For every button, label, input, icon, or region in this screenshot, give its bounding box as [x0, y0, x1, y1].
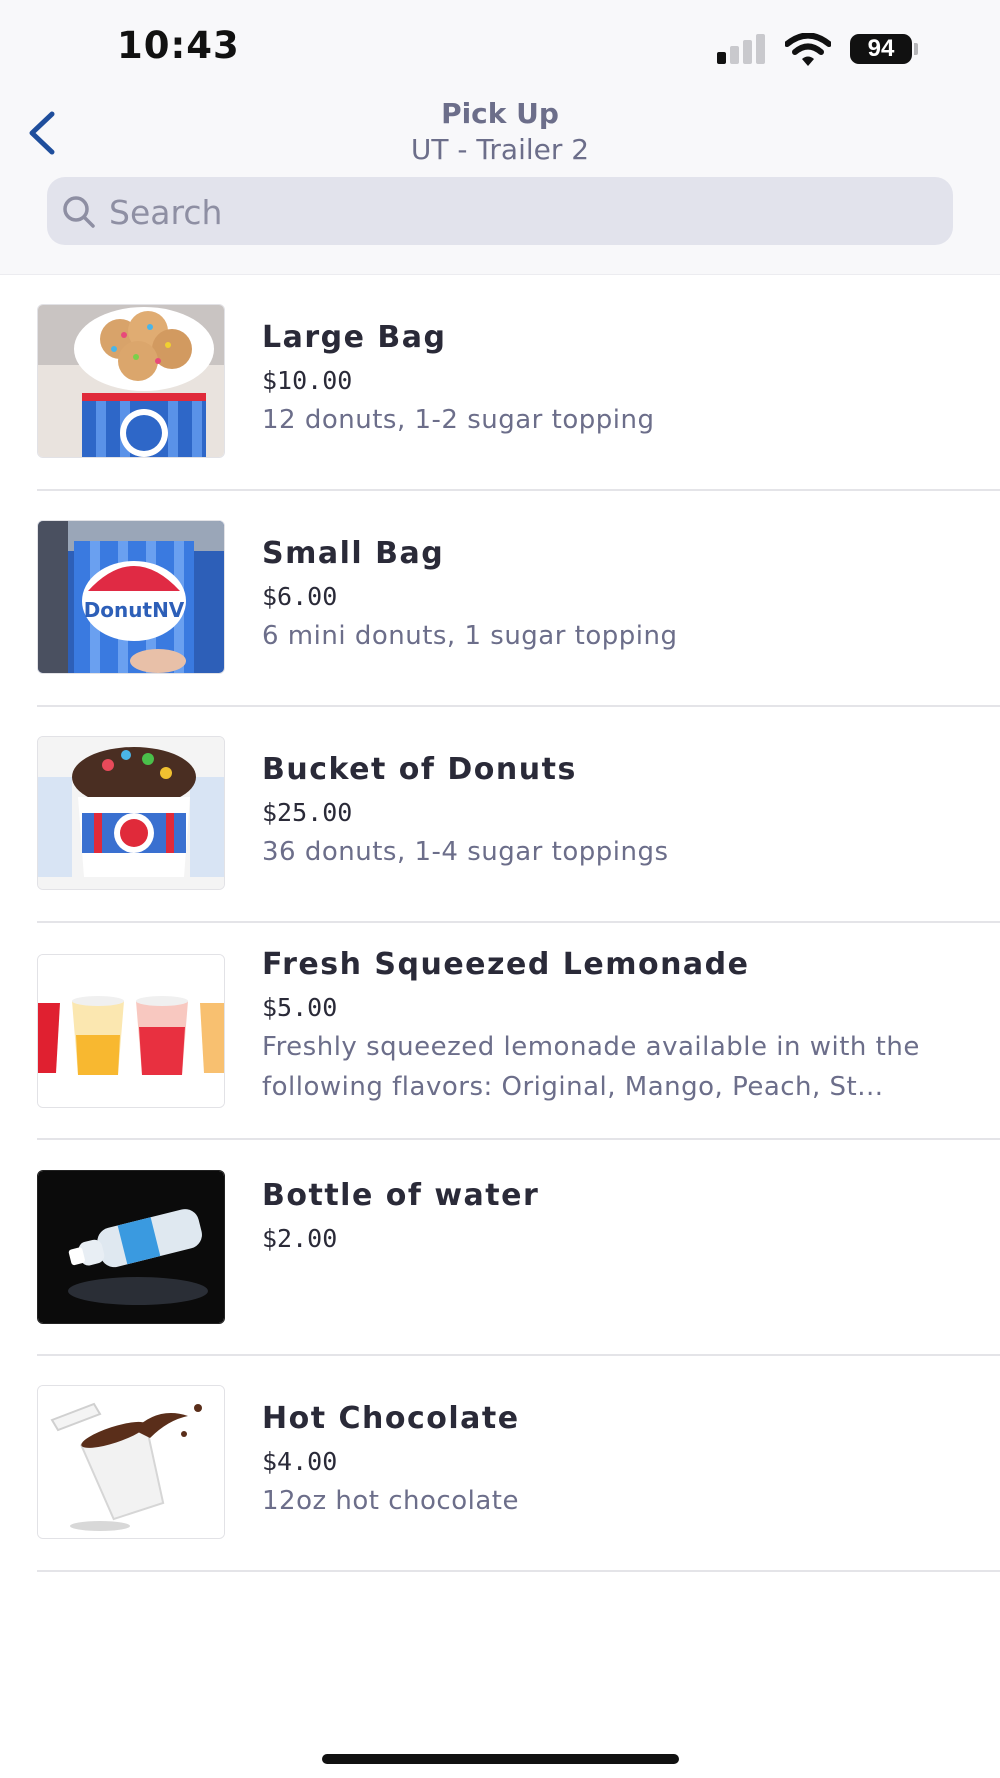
item-description: 12 donuts, 1-2 sugar topping: [262, 405, 655, 435]
pickup-menu-screen: 10:43 94 Pick Up UT - Trailer 2 Search L…: [0, 0, 1000, 1778]
list-divider: [37, 1570, 1000, 1572]
menu-item-fresh-squeezed-lemonade[interactable]: Fresh Squeezed Lemonade $5.00 Freshly sq…: [0, 923, 1000, 1139]
search-input[interactable]: [107, 177, 941, 247]
search-bar[interactable]: [47, 177, 953, 247]
item-description: 6 mini donuts, 1 sugar topping: [262, 621, 678, 651]
battery-cap: [914, 43, 918, 55]
item-price: $4.00: [262, 1447, 338, 1476]
home-indicator[interactable]: [322, 1754, 679, 1764]
hot-chocolate-image: [37, 1385, 225, 1539]
svg-text:DonutNV: DonutNV: [84, 598, 185, 622]
item-price: $25.00: [262, 798, 353, 827]
battery-level: 94: [867, 35, 895, 62]
bottle-of-water-image: [37, 1170, 225, 1324]
page-title: Pick Up: [441, 97, 559, 130]
item-price: $5.00: [262, 993, 338, 1022]
menu-item-small-bag[interactable]: DonutNV Small Bag $6.00 6 mini donuts, 1…: [0, 491, 1000, 706]
menu-item-bucket-of-donuts[interactable]: Bucket of Donuts $25.00 36 donuts, 1-4 s…: [0, 707, 1000, 922]
large-bag-image: [37, 304, 225, 458]
header-area: 10:43 94 Pick Up UT - Trailer 2: [0, 0, 1000, 275]
menu-item-large-bag[interactable]: Large Bag $10.00 12 donuts, 1-2 sugar to…: [0, 275, 1000, 490]
item-price: $6.00: [262, 582, 338, 611]
item-name: Fresh Squeezed Lemonade: [262, 947, 750, 982]
chevron-left-icon: [29, 111, 55, 155]
item-price: $10.00: [262, 366, 353, 395]
search-icon: [63, 196, 95, 228]
menu-item-hot-chocolate[interactable]: Hot Chocolate $4.00 12oz hot chocolate: [0, 1356, 1000, 1571]
lemonade-image: [37, 954, 225, 1108]
item-name: Hot Chocolate: [262, 1401, 520, 1436]
item-name: Bucket of Donuts: [262, 752, 577, 787]
bucket-of-donuts-image: [37, 736, 225, 890]
small-bag-image: DonutNV: [37, 520, 225, 674]
cellular-signal-icon: [717, 34, 771, 64]
back-button[interactable]: [22, 108, 66, 158]
item-price: $2.00: [262, 1224, 338, 1253]
item-description: 36 donuts, 1-4 sugar toppings: [262, 837, 669, 867]
item-description: 12oz hot chocolate: [262, 1486, 519, 1516]
item-name: Bottle of water: [262, 1178, 540, 1213]
location-subtitle: UT - Trailer 2: [410, 133, 590, 166]
wifi-icon: [785, 33, 831, 66]
item-name: Small Bag: [262, 536, 445, 571]
status-time: 10:43: [117, 24, 240, 67]
item-description: Freshly squeezed lemonade available in w…: [262, 1032, 920, 1102]
item-name: Large Bag: [262, 320, 447, 355]
menu-item-bottle-of-water[interactable]: Bottle of water $2.00: [0, 1140, 1000, 1355]
battery-indicator: 94: [850, 34, 912, 64]
